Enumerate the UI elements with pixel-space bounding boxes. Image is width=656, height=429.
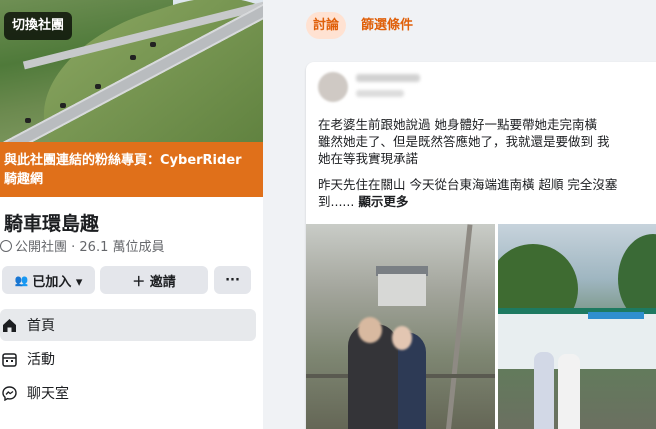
members-icon: 👥 xyxy=(14,273,29,287)
post-text: 在老婆生前跟她說過 她身體好一點要帶她走完南橫 雖然她走了、但是既然答應她了，我… xyxy=(318,116,656,210)
group-cover-photo: 切換社團 xyxy=(0,0,263,142)
home-icon xyxy=(2,318,17,333)
calendar-icon xyxy=(2,352,17,367)
messenger-icon xyxy=(2,385,17,401)
post-line: 雖然她走了、但是既然答應她了，我就還是要做到 我 xyxy=(318,134,610,149)
globe-icon xyxy=(0,239,12,252)
invite-button[interactable]: ＋ 邀請 xyxy=(100,266,208,294)
group-feed: 討論 篩選條件 在老婆生前跟她說過 她身體好一點要帶她走完南橫 雖然她走了、但是… xyxy=(263,0,656,429)
tab-discussion[interactable]: 討論 xyxy=(306,12,347,39)
group-sidebar: 切換社團 與此社團連結的粉絲專頁：CyberRider 騎趣網 騎車環島趣 公開… xyxy=(0,0,263,429)
more-options-button[interactable]: ··· xyxy=(214,266,251,294)
post-line: 昨天先住在關山 今天從台東海端進南橫 超順 完全沒塞 xyxy=(318,177,618,192)
sidebar-item-label: 首頁 xyxy=(27,318,55,334)
post-line: 在老婆生前跟她說過 她身體好一點要帶她走完南橫 xyxy=(318,117,597,132)
switch-group-button[interactable]: 切換社團 xyxy=(4,12,73,40)
see-more-link[interactable]: 顯示更多 xyxy=(358,194,408,209)
tab-filters[interactable]: 篩選條件 xyxy=(354,12,420,39)
feed-tabs: 討論 篩選條件 xyxy=(306,12,420,39)
fan-banner-line1: 與此社團連結的粉絲專頁：CyberRider xyxy=(4,153,242,168)
post-photo[interactable] xyxy=(498,224,656,429)
post-line: 她在等我實現承諾 xyxy=(318,151,419,166)
post-line: 到...... xyxy=(318,194,355,209)
linked-fan-page-banner[interactable]: 與此社團連結的粉絲專頁：CyberRider 騎趣網 xyxy=(0,142,263,197)
group-title[interactable]: 騎車環島趣 xyxy=(4,209,99,236)
sidebar-item-events[interactable]: 活動 xyxy=(0,343,256,375)
joined-label: 已加入 ▾ xyxy=(32,274,83,290)
joined-button[interactable]: 👥 已加入 ▾ xyxy=(2,266,95,294)
post-line-last: 到...... 顯示更多 xyxy=(318,193,656,210)
sidebar-item-label: 活動 xyxy=(27,352,55,368)
feed-post: 在老婆生前跟她說過 她身體好一點要帶她走完南橫 雖然她走了、但是既然答應她了，我… xyxy=(306,62,656,429)
group-meta-text: 公開社團 · 26.1 萬位成員 xyxy=(15,240,165,255)
author-name-blurred[interactable] xyxy=(356,74,420,82)
post-time-blurred[interactable] xyxy=(356,90,404,97)
author-avatar[interactable] xyxy=(318,72,348,102)
fan-banner-line2: 騎趣網 xyxy=(4,172,44,187)
sidebar-item-chat[interactable]: 聊天室 xyxy=(0,377,256,409)
group-meta: 公開社團 · 26.1 萬位成員 xyxy=(0,236,164,255)
post-photo[interactable] xyxy=(306,224,495,429)
sidebar-item-home[interactable]: 首頁 xyxy=(0,309,256,341)
sidebar-item-label: 聊天室 xyxy=(27,386,69,402)
